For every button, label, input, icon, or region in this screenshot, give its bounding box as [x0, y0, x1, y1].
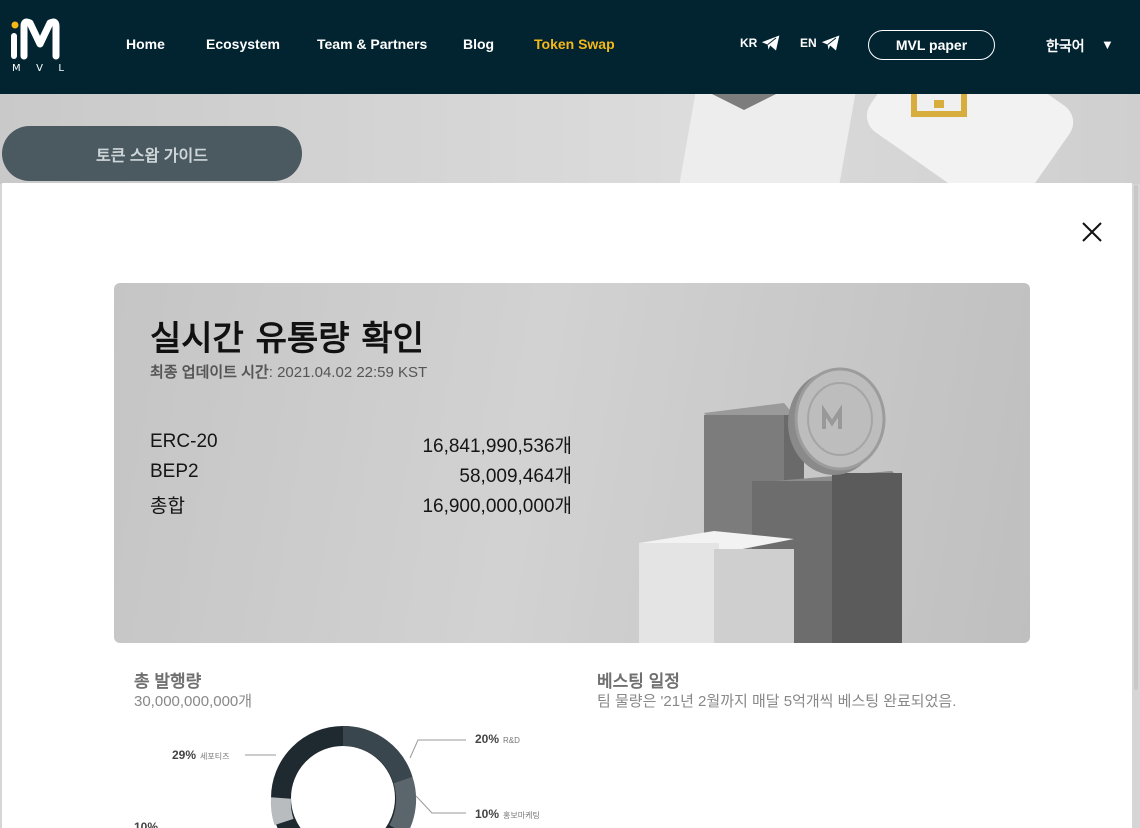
ethereum-icon	[712, 94, 776, 110]
telegram-icon	[821, 35, 840, 51]
last-updated-label: 최종 업데이트 시간	[150, 364, 269, 381]
supply-name: ERC-20	[150, 431, 218, 452]
donut-label-pct: 20%	[475, 732, 500, 746]
leader-line	[409, 739, 466, 759]
panel-title: 실시간 유통량 확인	[150, 319, 424, 359]
modal-scrollbar[interactable]	[1134, 185, 1138, 690]
nav-team-partners[interactable]: Team & Partners	[317, 36, 427, 52]
mvl-paper-button[interactable]: MVL paper	[868, 30, 995, 60]
telegram-kr-link[interactable]: KR	[740, 34, 781, 52]
donut-label: 29% 세포티즈	[172, 748, 229, 762]
donut-label-name: 홍보마케팅	[503, 811, 540, 820]
supply-row-bep2: BEP2 58,009,464개	[150, 461, 572, 488]
donut-label: 10%	[134, 820, 158, 828]
total-issuance-title: 총 발행량	[134, 672, 202, 691]
donut-label-pct: 29%	[172, 748, 197, 762]
last-updated-value: : 2021.04.02 22:59 KST	[268, 364, 428, 381]
vesting-title: 베스팅 일정	[597, 672, 680, 691]
supply-row-erc20: ERC-20 16,841,990,536개	[150, 431, 572, 458]
nav-home[interactable]: Home	[126, 36, 165, 52]
supply-name: BEP2	[150, 461, 199, 482]
last-updated: 최종 업데이트 시간: 2021.04.02 22:59 KST	[150, 361, 427, 382]
donut-label: 20% R&D	[475, 732, 520, 746]
donut-label: 10% 홍보마케팅	[475, 807, 540, 821]
logo-wordmark: M V L	[12, 63, 64, 74]
chevron-down-icon[interactable]: ▼	[1101, 37, 1114, 52]
nav-blog[interactable]: Blog	[463, 36, 494, 52]
logo-letter-m: M	[12, 63, 21, 74]
donut-label-name: 세포티즈	[200, 752, 230, 761]
total-issuance-value: 30,000,000,000개	[134, 693, 253, 710]
supply-value: 58,009,464개	[459, 466, 572, 487]
hero-card-shape	[858, 94, 1082, 184]
supply-row-total: 총합 16,900,000,000개	[150, 491, 572, 518]
supply-value: 16,900,000,000개	[422, 496, 572, 517]
supply-name: 총합	[150, 496, 185, 517]
top-nav-bar: M V L Home Ecosystem Team & Partners Blo…	[0, 0, 1140, 94]
donut-label-pct: 10%	[134, 820, 159, 828]
donut-segment-marketing	[389, 776, 417, 828]
donut-label-name: R&D	[503, 736, 520, 745]
logo-letter-v: V	[36, 63, 43, 74]
leader-line	[415, 795, 466, 814]
nav-ecosystem[interactable]: Ecosystem	[206, 36, 280, 52]
vesting-description: 팀 물량은 '21년 2월까지 매달 5억개씩 베스팅 완료되었음.	[597, 693, 957, 710]
telegram-kr-label: KR	[740, 36, 758, 50]
nav-token-swap[interactable]: Token Swap	[534, 36, 615, 52]
donut-segment-rd	[342, 725, 413, 784]
token-swap-guide-button[interactable]: 토큰 스왑 가이드	[2, 126, 302, 181]
donut-segment-light	[270, 797, 294, 826]
telegram-icon	[762, 35, 780, 51]
donut-label-pct: 10%	[475, 807, 500, 821]
binance-icon	[910, 94, 968, 118]
telegram-en-link[interactable]: EN	[800, 34, 841, 52]
circulation-panel: 실시간 유통량 확인 최종 업데이트 시간: 2021.04.02 22:59 …	[114, 283, 1030, 643]
close-icon[interactable]	[1080, 220, 1104, 244]
language-selector[interactable]: 한국어	[1046, 36, 1085, 56]
telegram-en-label: EN	[800, 36, 817, 50]
supply-value: 16,841,990,536개	[422, 436, 572, 457]
coin-pedestal-illustration	[639, 367, 902, 643]
logo-letter-l: L	[58, 63, 64, 74]
